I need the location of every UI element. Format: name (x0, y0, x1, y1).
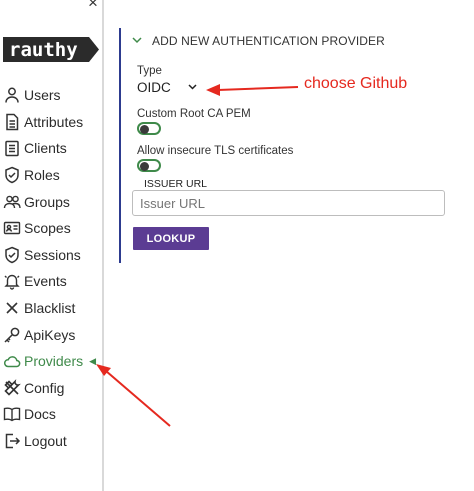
toggle-knob (140, 125, 149, 134)
type-label: Type (137, 65, 162, 77)
insecure-tls-toggle[interactable] (137, 159, 161, 172)
annotation-text: choose Github (304, 75, 408, 92)
sidebar-item-label: Roles (24, 167, 60, 184)
id-card-icon (3, 219, 21, 237)
bell-icon (3, 272, 21, 291)
rauthy-logo: rauthy (3, 37, 99, 62)
type-select[interactable]: OIDC (137, 80, 197, 95)
book-icon (3, 405, 21, 423)
issuer-url-input[interactable] (140, 196, 430, 211)
shield-check-icon (3, 166, 21, 184)
sidebar-item-label: Docs (24, 406, 56, 423)
sidebar-item-events[interactable]: Events (3, 268, 96, 295)
tools-icon (3, 378, 21, 397)
sidebar-item-docs[interactable]: Docs (3, 401, 96, 428)
sidebar-item-label: Scopes (24, 220, 71, 237)
logout-icon (3, 432, 21, 450)
sidebar-nav: Users Attributes Clients Roles Groups Sc… (3, 82, 96, 454)
sidebar-item-label: Providers (24, 353, 84, 370)
sidebar-item-apikeys[interactable]: ApiKeys (3, 321, 96, 348)
sidebar-item-roles[interactable]: Roles (3, 162, 96, 189)
sidebar: × rauthy Users Attributes Clients Roles … (0, 0, 104, 491)
shield-check-icon (3, 246, 21, 264)
sidebar-item-sessions[interactable]: Sessions (3, 242, 96, 269)
custom-root-ca-toggle[interactable] (137, 122, 161, 135)
sidebar-item-scopes[interactable]: Scopes (3, 215, 96, 242)
sidebar-item-groups[interactable]: Groups (3, 188, 96, 215)
sidebar-item-label: Events (24, 273, 67, 290)
sidebar-item-providers[interactable]: Providers ◀ (3, 348, 96, 375)
sidebar-item-clients[interactable]: Clients (3, 135, 96, 162)
section-accent-bar (119, 28, 121, 263)
type-value: OIDC (137, 80, 171, 95)
active-indicator-icon: ◀ (89, 355, 97, 366)
sidebar-item-attributes[interactable]: Attributes (3, 109, 96, 136)
sidebar-item-label: Attributes (24, 113, 84, 130)
chevron-down-icon (188, 82, 197, 93)
document-icon (3, 113, 21, 131)
sidebar-item-logout[interactable]: Logout (3, 428, 96, 455)
sidebar-item-label: Sessions (24, 246, 81, 263)
sidebar-item-label: ApiKeys (24, 326, 76, 343)
sidebar-item-label: Logout (24, 433, 67, 450)
clipboard-icon (3, 139, 21, 157)
sidebar-item-blacklist[interactable]: Blacklist (3, 295, 96, 322)
section-header[interactable]: ADD NEW AUTHENTICATION PROVIDER (132, 34, 385, 48)
sidebar-item-label: Blacklist (24, 300, 76, 317)
chevron-down-icon (132, 36, 142, 47)
issuer-url-legend: ISSUER URL (141, 178, 211, 190)
logo-text: rauthy (9, 39, 78, 61)
sidebar-item-label: Users (24, 87, 61, 104)
cloud-icon (3, 352, 21, 370)
main-panel: ADD NEW AUTHENTICATION PROVIDER Type OID… (104, 0, 474, 491)
sidebar-item-label: Clients (24, 140, 67, 157)
x-icon (3, 299, 21, 317)
sidebar-item-label: Groups (24, 193, 70, 210)
sidebar-item-config[interactable]: Config (3, 375, 96, 402)
sidebar-item-users[interactable]: Users (3, 82, 96, 109)
close-sidebar-icon[interactable]: × (88, 0, 98, 11)
toggle-knob (140, 162, 149, 171)
sidebar-item-label: Config (24, 379, 65, 396)
user-icon (3, 86, 21, 104)
custom-root-ca-label: Custom Root CA PEM (137, 108, 251, 120)
lookup-button[interactable]: LOOKUP (133, 227, 209, 250)
insecure-tls-label: Allow insecure TLS certificates (137, 145, 294, 157)
people-icon (3, 193, 21, 211)
key-icon (3, 326, 21, 344)
section-title: ADD NEW AUTHENTICATION PROVIDER (152, 34, 385, 48)
